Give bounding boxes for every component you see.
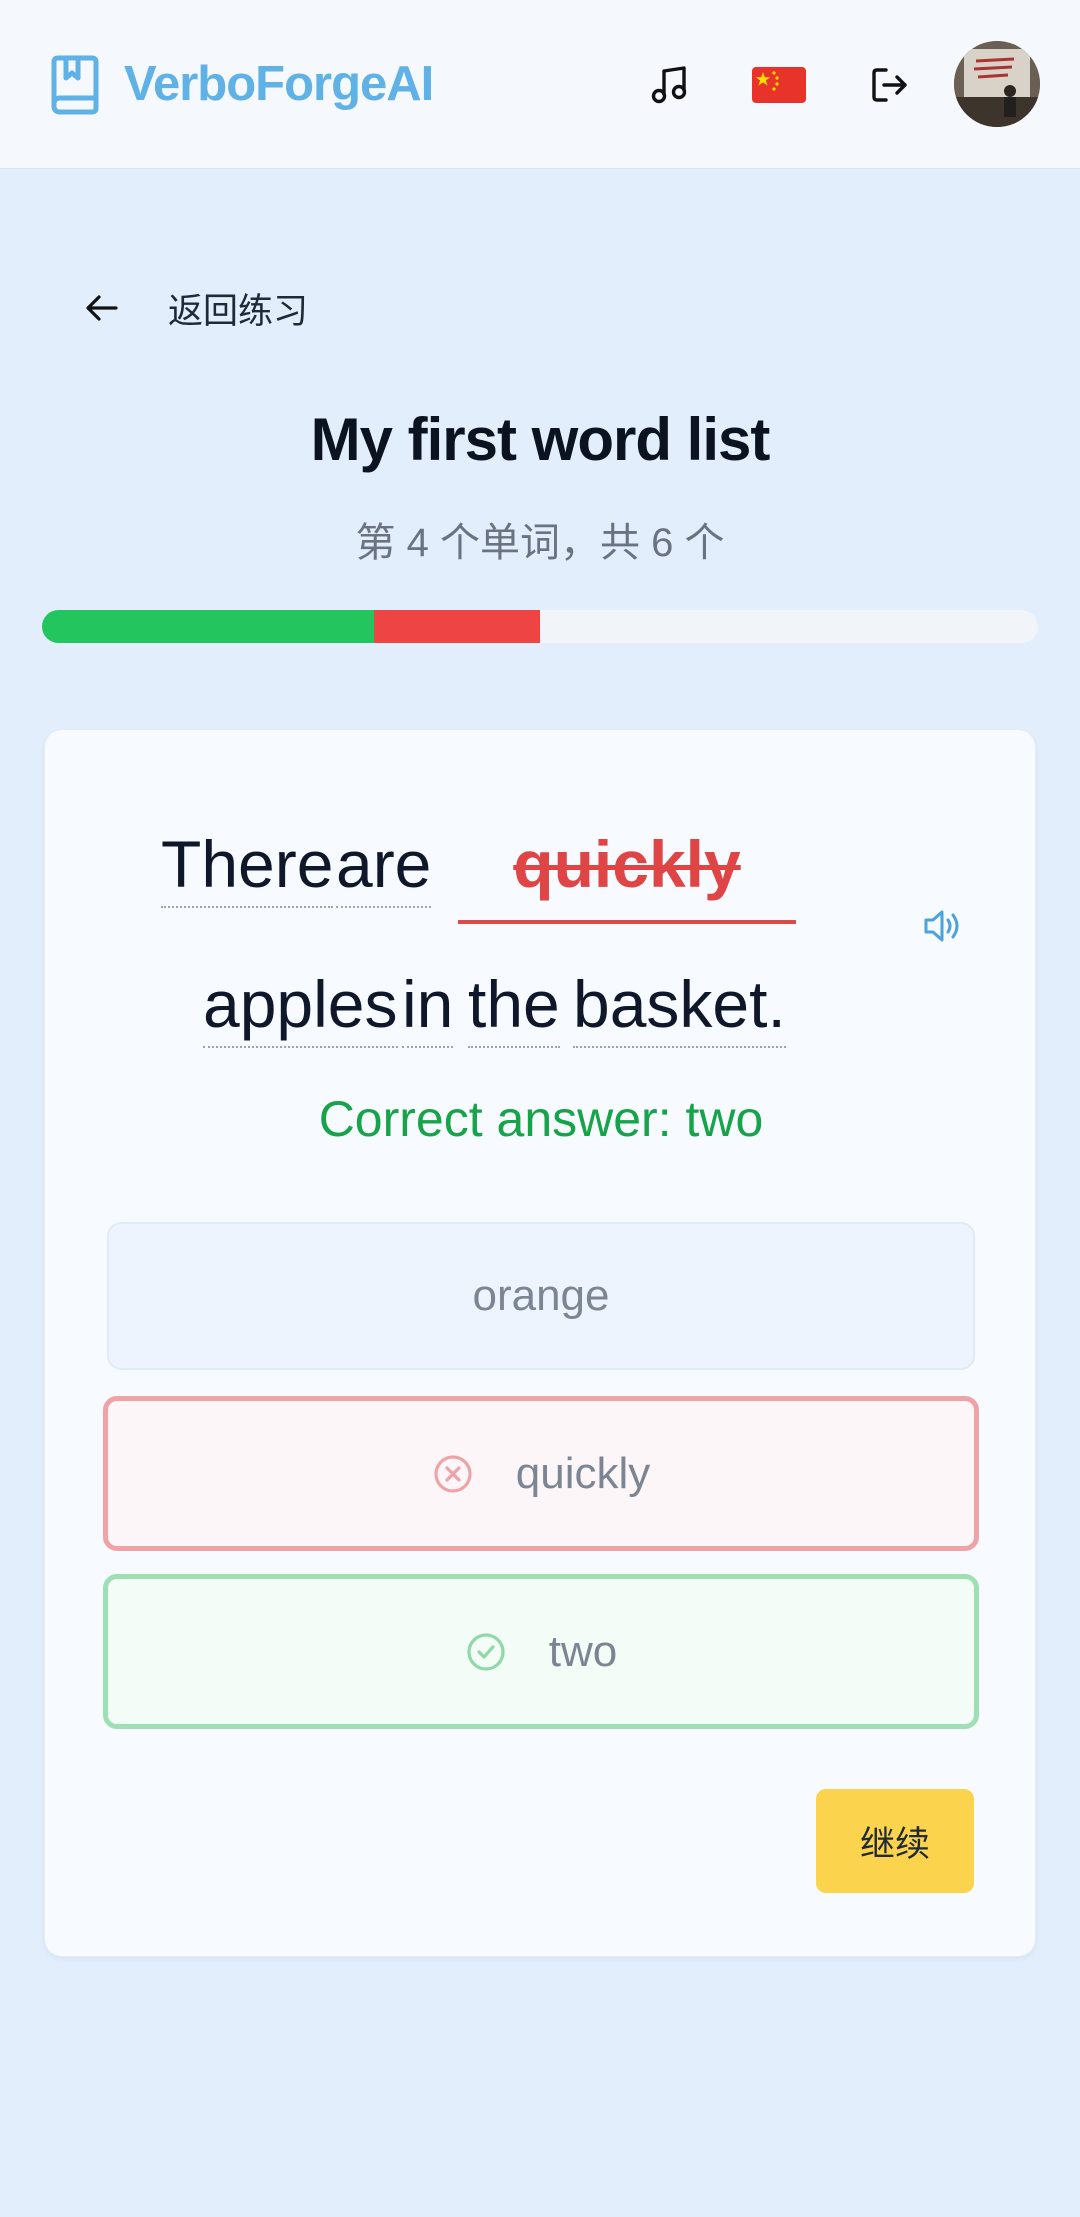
sentence-word[interactable]: There — [161, 824, 334, 908]
exercise-card: There are quickly apples in the basket. … — [44, 729, 1036, 1957]
correct-answer-text: Correct answer: two — [318, 1091, 764, 1147]
sentence-word[interactable]: are — [336, 824, 432, 908]
option-label: quickly — [515, 1448, 651, 1498]
avatar[interactable] — [954, 41, 1040, 127]
language-button[interactable] — [749, 55, 809, 115]
progress-correct-segment — [42, 610, 374, 643]
option-quickly[interactable]: quickly — [103, 1396, 979, 1551]
app-header: VerboForgeAI — [0, 0, 1080, 169]
china-flag-icon — [752, 67, 806, 103]
answer-blank: quickly — [458, 804, 796, 924]
page-title: My first word list — [310, 406, 771, 473]
option-label: two — [548, 1626, 618, 1676]
option-orange[interactable]: orange — [107, 1222, 975, 1370]
music-button[interactable] — [640, 55, 700, 115]
progress-wrong-segment — [373, 610, 540, 643]
logout-button[interactable] — [860, 55, 920, 115]
music-icon — [651, 66, 687, 104]
back-label: 返回练习 — [168, 291, 309, 331]
check-circle-icon — [467, 1632, 505, 1671]
arrow-left-icon — [86, 295, 118, 321]
speaker-icon[interactable] — [921, 905, 963, 947]
logout-icon — [872, 68, 907, 102]
progress-bar — [42, 610, 1038, 643]
option-label: orange — [472, 1271, 610, 1320]
selected-wrong-answer: quickly — [513, 827, 741, 901]
sentence-word[interactable]: in — [402, 964, 454, 1048]
book-icon — [48, 54, 100, 116]
option-two[interactable]: two — [103, 1574, 979, 1729]
sentence-word[interactable]: apples — [203, 964, 398, 1048]
sentence-word[interactable]: basket. — [573, 964, 786, 1048]
brand-name[interactable]: VerboForgeAI — [124, 52, 434, 116]
word-counter: 第 4 个单词，共 6 个 — [355, 521, 725, 565]
x-circle-icon — [434, 1454, 472, 1493]
continue-button[interactable]: 继续 — [816, 1789, 974, 1893]
sentence-word[interactable]: the — [468, 964, 560, 1048]
back-to-practice-link[interactable]: 返回练习 — [84, 280, 308, 336]
